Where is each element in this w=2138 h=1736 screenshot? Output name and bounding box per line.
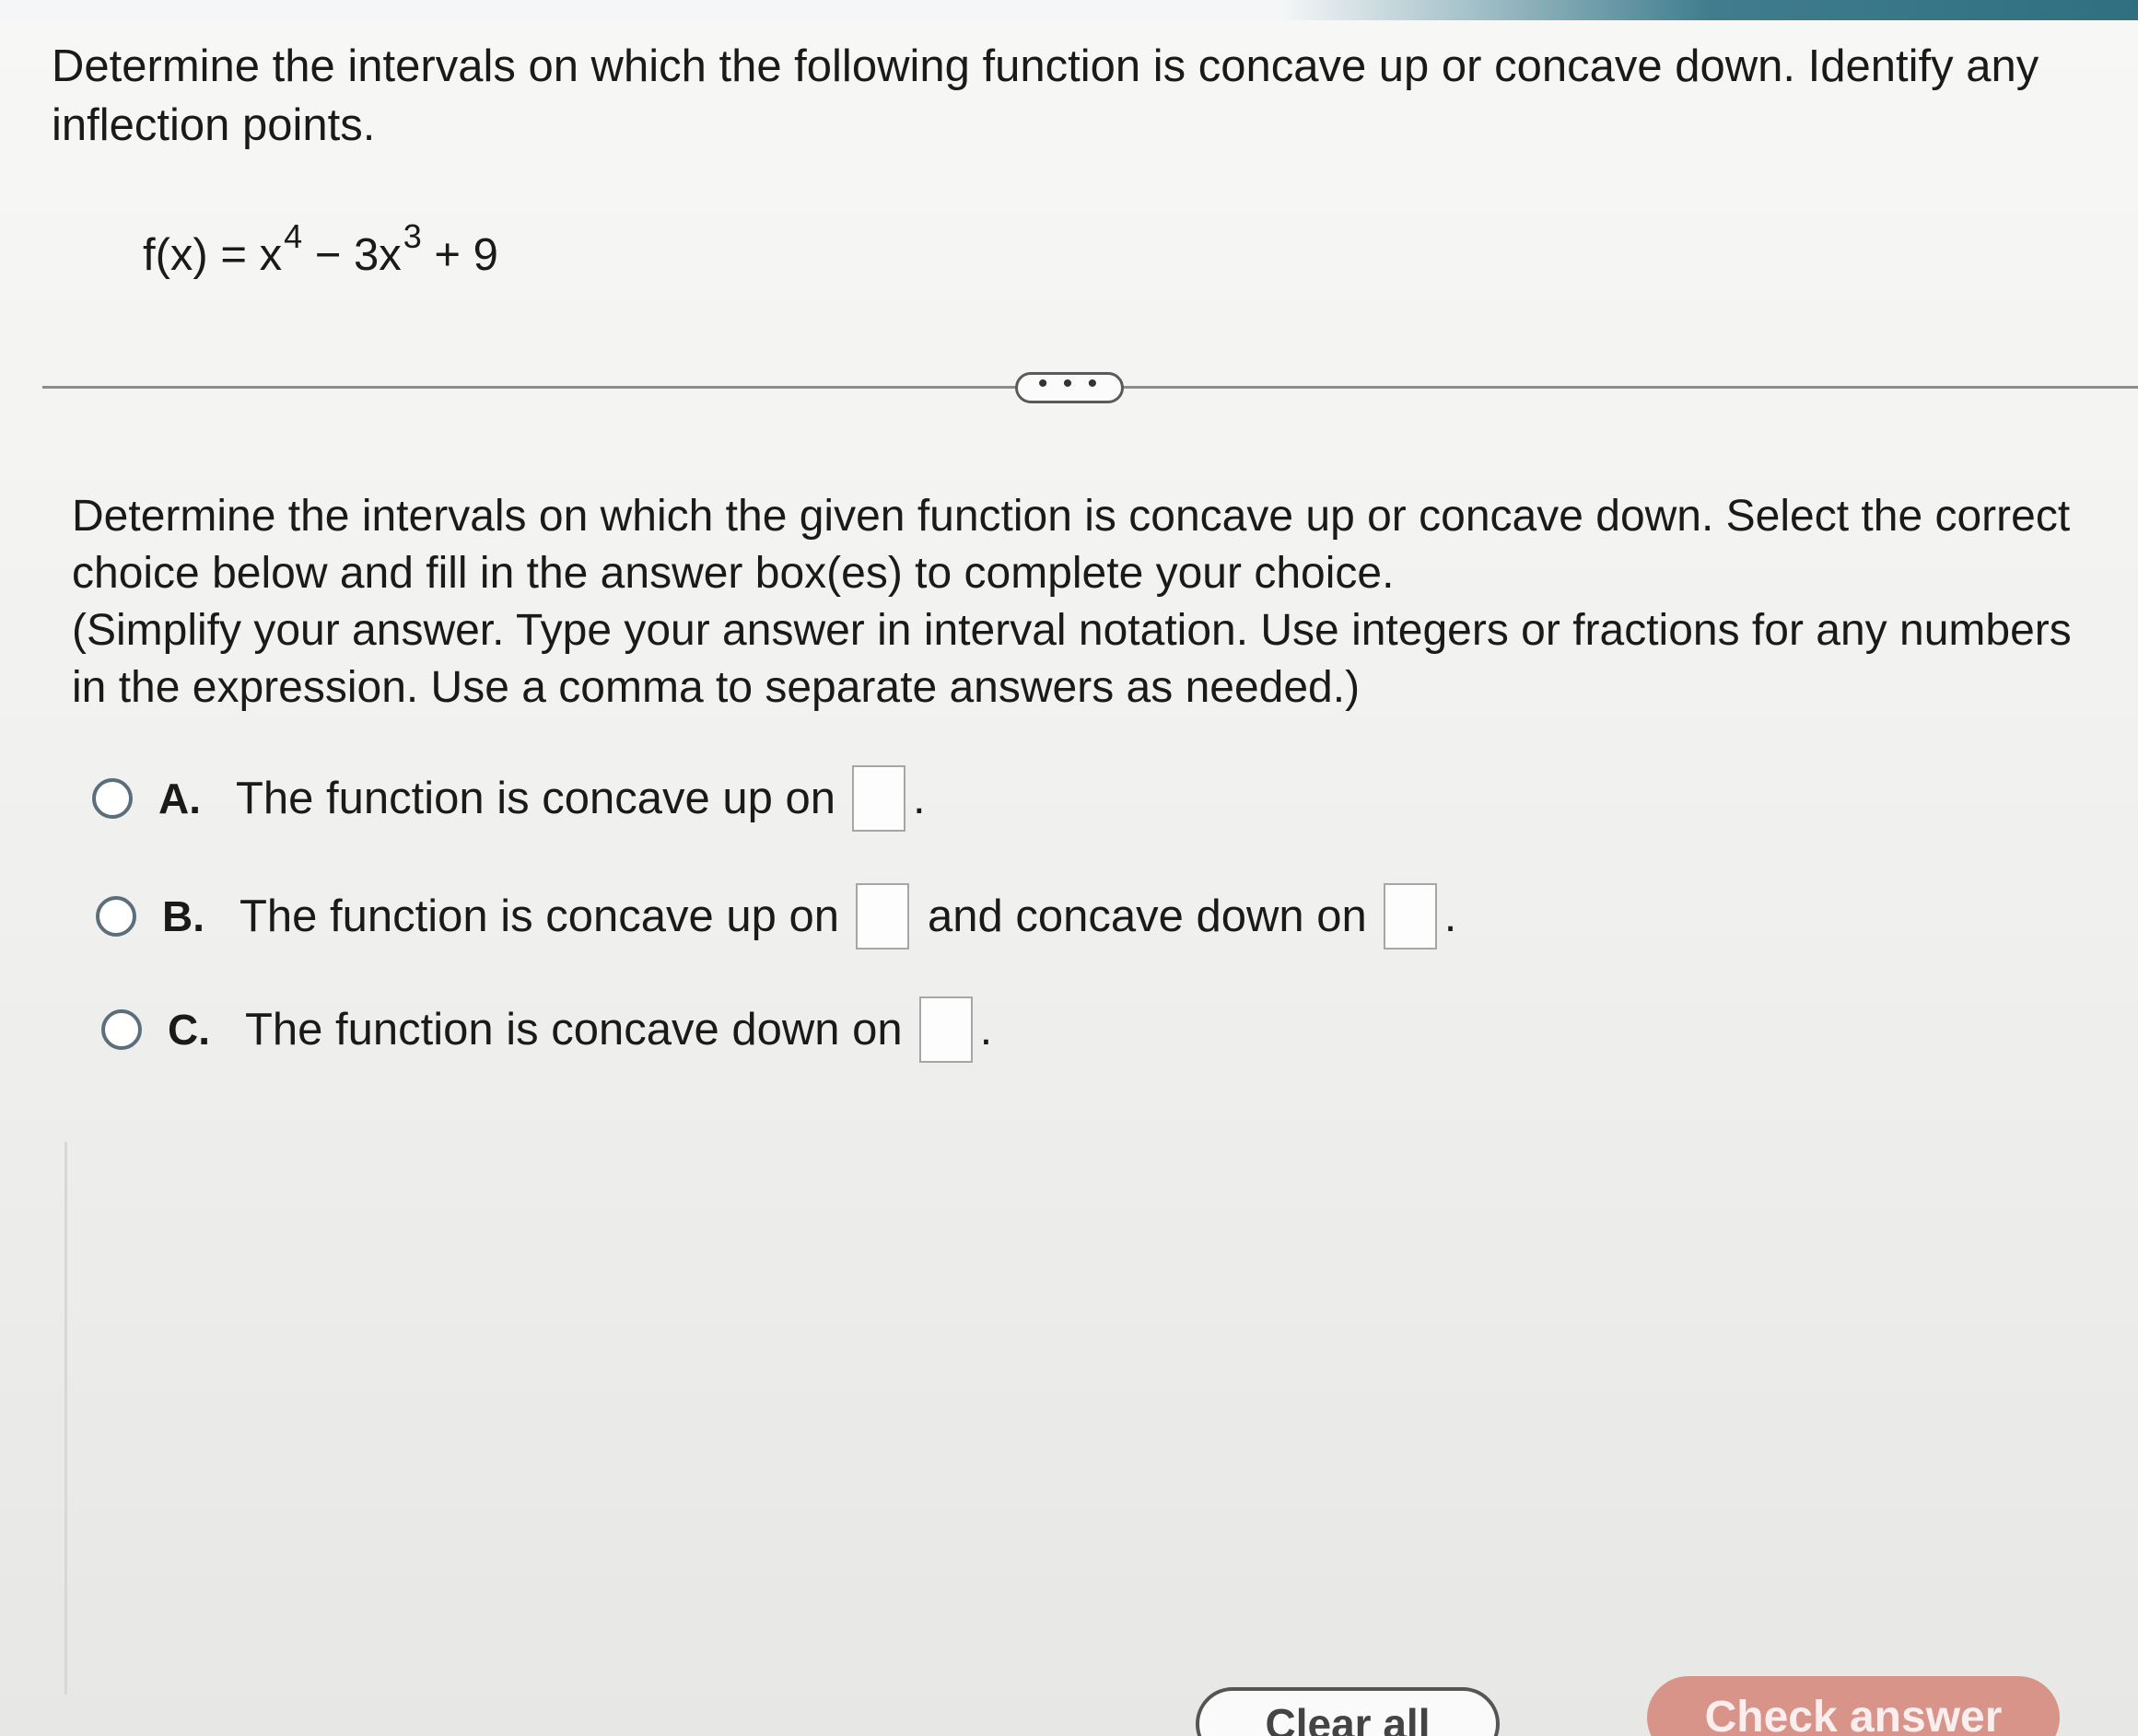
instructions-note: (Simplify your answer. Type your answer … <box>72 606 2072 712</box>
left-border <box>64 1142 67 1695</box>
choice-b[interactable]: B. The function is concave up on and con… <box>96 880 1456 953</box>
formula-middle: − 3x <box>302 230 402 280</box>
choice-b-text: The function is concave up on <box>240 891 840 941</box>
choice-c-answer-box[interactable] <box>918 996 973 1063</box>
formula-exponent-3: 3 <box>403 217 422 255</box>
choice-b-concave-up-box[interactable] <box>856 883 910 950</box>
clear-all-button[interactable]: Clear all <box>1196 1687 1500 1736</box>
choice-a-letter: A. <box>158 775 201 822</box>
choice-a-radio[interactable] <box>92 778 133 819</box>
part-instructions: Determine the intervals on which the giv… <box>72 488 2117 717</box>
expand-more-button[interactable]: • • • <box>1015 370 1124 403</box>
check-answer-button[interactable]: Check answer <box>1647 1676 2060 1736</box>
choice-a-answer-box[interactable] <box>852 765 906 832</box>
choice-b-concave-down-box[interactable] <box>1383 883 1437 950</box>
formula-rhs: + 9 <box>421 230 498 280</box>
choice-c-radio[interactable] <box>101 1009 142 1050</box>
choice-a-period: . <box>913 774 926 823</box>
choice-b-radio[interactable] <box>96 896 136 937</box>
top-bar <box>0 0 2138 20</box>
choice-b-period: . <box>1443 891 1457 941</box>
choice-a-text: The function is concave up on <box>236 774 836 823</box>
instructions-main: Determine the intervals on which the giv… <box>72 492 2071 598</box>
choice-b-letter: B. <box>162 892 204 940</box>
formula-lhs: f(x) = x <box>143 230 283 280</box>
formula-exponent-4: 4 <box>284 217 303 255</box>
choice-a[interactable]: A. The function is concave up on . <box>92 762 926 835</box>
function-formula: f(x) = x4 − 3x3 + 9 <box>143 217 498 281</box>
choice-b-middle-text: and concave down on <box>928 891 1367 941</box>
choice-c-letter: C. <box>168 1006 210 1054</box>
choice-c-period: . <box>979 1005 993 1054</box>
choice-c-text: The function is concave down on <box>245 1005 903 1054</box>
choice-c[interactable]: C. The function is concave down on . <box>101 993 992 1066</box>
question-prompt: Determine the intervals on which the fol… <box>52 41 2039 150</box>
